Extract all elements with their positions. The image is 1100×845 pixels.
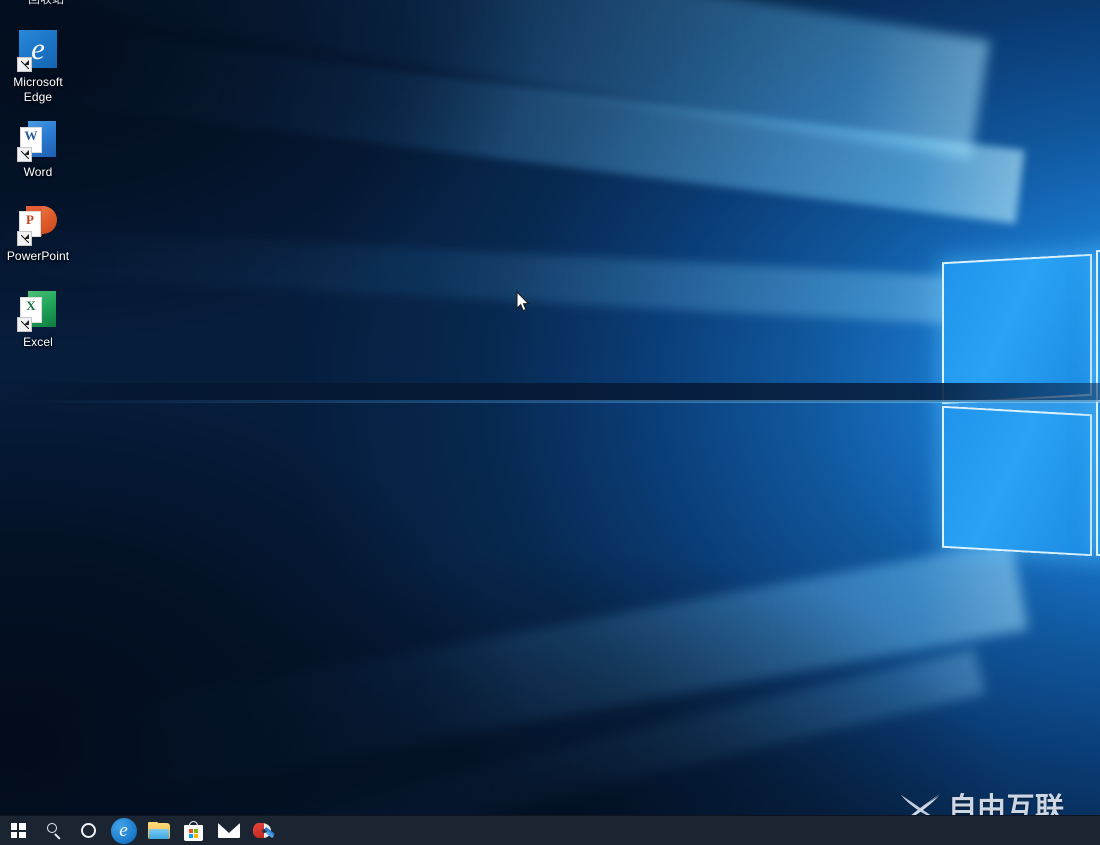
cortana-circle-icon	[81, 823, 96, 838]
taskbar-file-explorer-button[interactable]	[141, 816, 176, 845]
desktop-screen: 回收站 e MicrosoftEdge W Word	[0, 0, 1100, 845]
store-bag-icon	[184, 820, 203, 841]
desktop-icon-label: Microsoft Edge	[0, 75, 76, 104]
shortcut-arrow-badge	[17, 57, 32, 72]
taskbar-cortana-button[interactable]	[71, 816, 106, 845]
word-icon: W	[17, 120, 59, 162]
folder-icon	[147, 821, 170, 840]
shortcut-arrow-badge	[17, 147, 32, 162]
desktop-icon-excel[interactable]: X Excel	[0, 288, 76, 350]
taskbar: e	[0, 815, 1100, 845]
edge-icon: e	[110, 817, 137, 844]
desktop-icon-label-line2: Edge	[23, 89, 53, 104]
recycle-bin-cropped-label: 回收站	[8, 0, 84, 6]
desktop-icon-powerpoint[interactable]: P PowerPoint	[0, 202, 76, 264]
desktop-icon-label: Excel	[23, 335, 53, 349]
taskbar-edge-button[interactable]: e	[106, 816, 141, 845]
wallpaper-vignette	[0, 0, 1100, 845]
edge-icon: e	[17, 30, 59, 72]
desktop-icon-microsoft-edge[interactable]: e Microsoft Edge	[0, 28, 76, 104]
desktop-wallpaper[interactable]	[0, 0, 1100, 845]
taskbar-search-button[interactable]	[36, 816, 71, 845]
desktop-icon-word[interactable]: W Word	[0, 118, 76, 180]
taskbar-paint-button[interactable]	[246, 816, 281, 845]
shortcut-arrow-badge	[17, 317, 32, 332]
envelope-icon	[217, 823, 240, 838]
powerpoint-icon: P	[17, 204, 59, 246]
shortcut-arrow-badge	[17, 231, 32, 246]
desktop-icon-label: Word	[23, 165, 53, 179]
desktop-icon-label-line1: Microsoft	[13, 75, 63, 89]
excel-icon: X	[17, 290, 59, 332]
desktop-icon-label: PowerPoint	[6, 249, 70, 263]
taskbar-mail-button[interactable]	[211, 816, 246, 845]
windows-start-icon	[10, 823, 26, 838]
taskbar-start-button[interactable]	[0, 816, 36, 845]
taskbar-microsoft-store-button[interactable]	[176, 816, 211, 845]
paint-palette-icon	[252, 821, 275, 841]
search-icon	[46, 822, 62, 839]
